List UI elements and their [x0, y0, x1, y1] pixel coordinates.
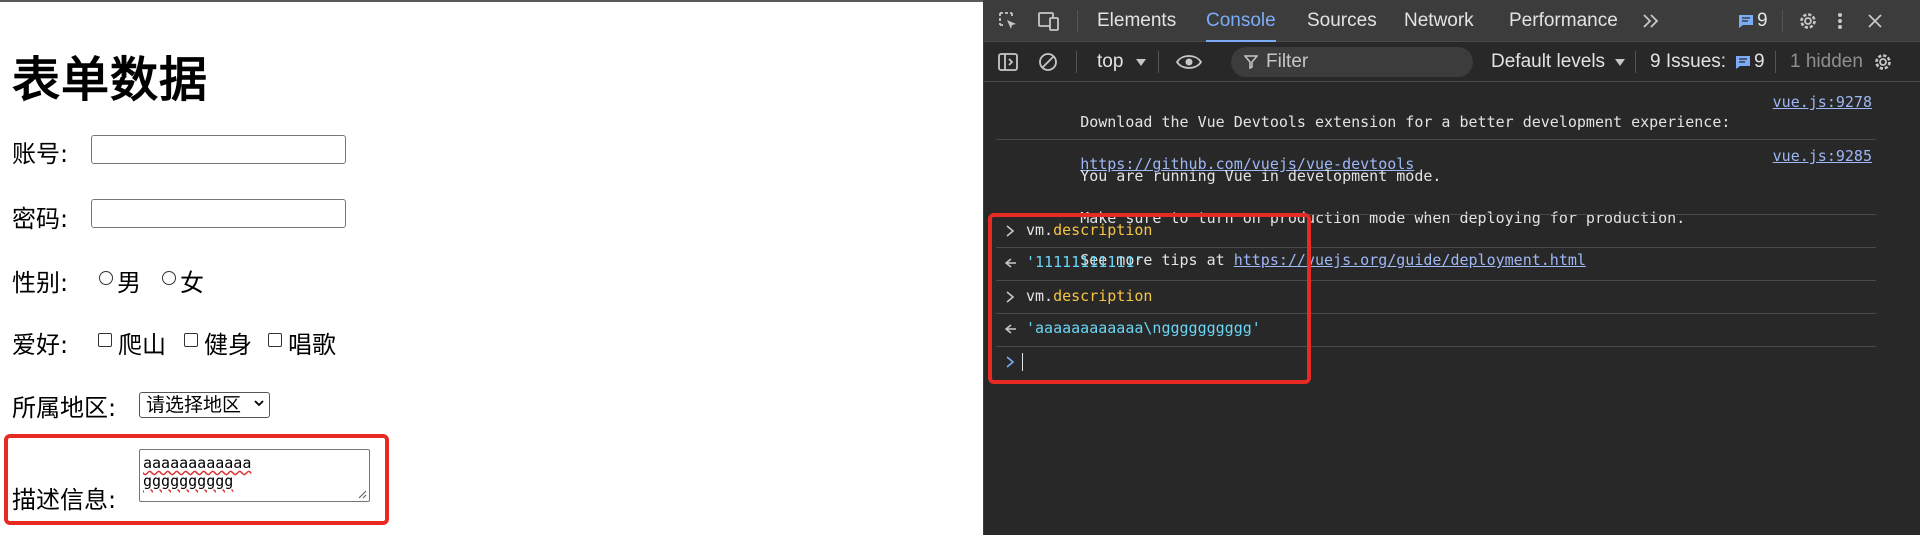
gear-icon[interactable]: [1797, 10, 1819, 32]
issues-count: 9: [1754, 51, 1765, 72]
hobby-label: 爱好:: [12, 331, 69, 359]
hobby-option-label: 唱歌: [288, 331, 336, 359]
hobby-option-label: 健身: [204, 331, 252, 359]
issues-icon: [1736, 56, 1750, 69]
gender-option-label: 男: [117, 269, 141, 297]
console-toolbar: top Filter Default levels 9 Issues: 9 1 …: [984, 42, 1920, 82]
console-settings-icon[interactable]: [1872, 51, 1894, 73]
region-select-value: 请选择地区: [146, 394, 242, 416]
devtools-tabbar: Elements Console Sources Network Perform…: [984, 0, 1920, 43]
toolbar-divider: [1076, 51, 1077, 73]
toolbar-divider: [1775, 51, 1776, 73]
source-link[interactable]: vue.js:9278: [1773, 93, 1872, 111]
issues-label[interactable]: 9 Issues:: [1650, 42, 1726, 82]
checkbox[interactable]: [98, 332, 112, 347]
clear-console-icon[interactable]: [1037, 51, 1059, 73]
gender-option-label: 女: [180, 269, 204, 297]
tab-performance[interactable]: Performance: [1509, 0, 1618, 42]
source-link[interactable]: vue.js:9285: [1773, 147, 1872, 165]
toolbar-divider: [1782, 10, 1783, 32]
password-input[interactable]: [91, 199, 346, 228]
toolbar-divider: [1635, 51, 1636, 73]
eye-icon[interactable]: [1175, 52, 1203, 72]
tab-network[interactable]: Network: [1404, 0, 1474, 42]
radio-button[interactable]: [162, 270, 176, 285]
console-output[interactable]: Download the Vue Devtools extension for …: [984, 82, 1920, 535]
region-select[interactable]: 请选择地区: [139, 392, 270, 418]
checkbox[interactable]: [184, 332, 198, 347]
toolbar-divider: [1077, 10, 1078, 32]
caret-down-icon[interactable]: [1615, 59, 1625, 67]
filter-input[interactable]: Filter: [1231, 47, 1473, 77]
page-title: 表单数据: [12, 52, 209, 108]
log-levels-dropdown[interactable]: Default levels: [1491, 42, 1605, 82]
inspect-element-icon[interactable]: [997, 10, 1019, 32]
hobby-option-singing[interactable]: 唱歌: [268, 325, 336, 360]
sidebar-toggle-icon[interactable]: [997, 51, 1019, 73]
devtools-panel: Elements Console Sources Network Perform…: [983, 0, 1920, 535]
chevrons-right-icon[interactable]: [1641, 12, 1661, 30]
gender-option-female[interactable]: 女: [162, 263, 204, 298]
gender-label: 性别:: [12, 269, 69, 297]
tab-elements[interactable]: Elements: [1097, 0, 1176, 42]
radio-button[interactable]: [99, 270, 113, 285]
tab-sources[interactable]: Sources: [1307, 0, 1377, 42]
tab-console[interactable]: Console: [1206, 0, 1276, 43]
messages-icon[interactable]: [1738, 14, 1754, 29]
close-icon[interactable]: [1866, 12, 1884, 30]
region-label: 所属地区:: [12, 394, 117, 422]
chevron-down-icon: [254, 400, 264, 407]
caret-down-icon[interactable]: [1136, 59, 1146, 67]
web-page: 表单数据 账号: 密码: 性别: 男 女 爱好: 爬山 健身 唱歌 所属地区: …: [0, 0, 983, 535]
hobby-option-climbing[interactable]: 爬山: [98, 325, 166, 360]
message-text: Download the Vue Devtools extension for …: [1080, 113, 1731, 131]
account-label: 账号:: [12, 140, 69, 168]
hidden-count: 1 hidden: [1790, 51, 1863, 72]
messages-count: 9: [1757, 10, 1768, 31]
filter-icon: [1244, 55, 1258, 69]
context-selector[interactable]: top: [1097, 42, 1123, 82]
message-text: You are running Vue in development mode.: [1080, 167, 1442, 185]
filter-placeholder: Filter: [1266, 51, 1309, 72]
device-toolbar-icon[interactable]: [1037, 10, 1061, 32]
toolbar-divider: [1158, 51, 1159, 73]
account-input[interactable]: [91, 135, 346, 164]
highlight-box: [4, 434, 389, 525]
more-options-icon[interactable]: [1835, 10, 1845, 32]
highlight-box: [988, 213, 1311, 384]
password-label: 密码:: [12, 205, 69, 233]
row-divider: [996, 139, 1876, 140]
checkbox[interactable]: [268, 332, 282, 347]
gender-option-male[interactable]: 男: [99, 263, 141, 298]
hobby-option-label: 爬山: [118, 331, 166, 359]
hobby-option-fitness[interactable]: 健身: [184, 325, 252, 360]
